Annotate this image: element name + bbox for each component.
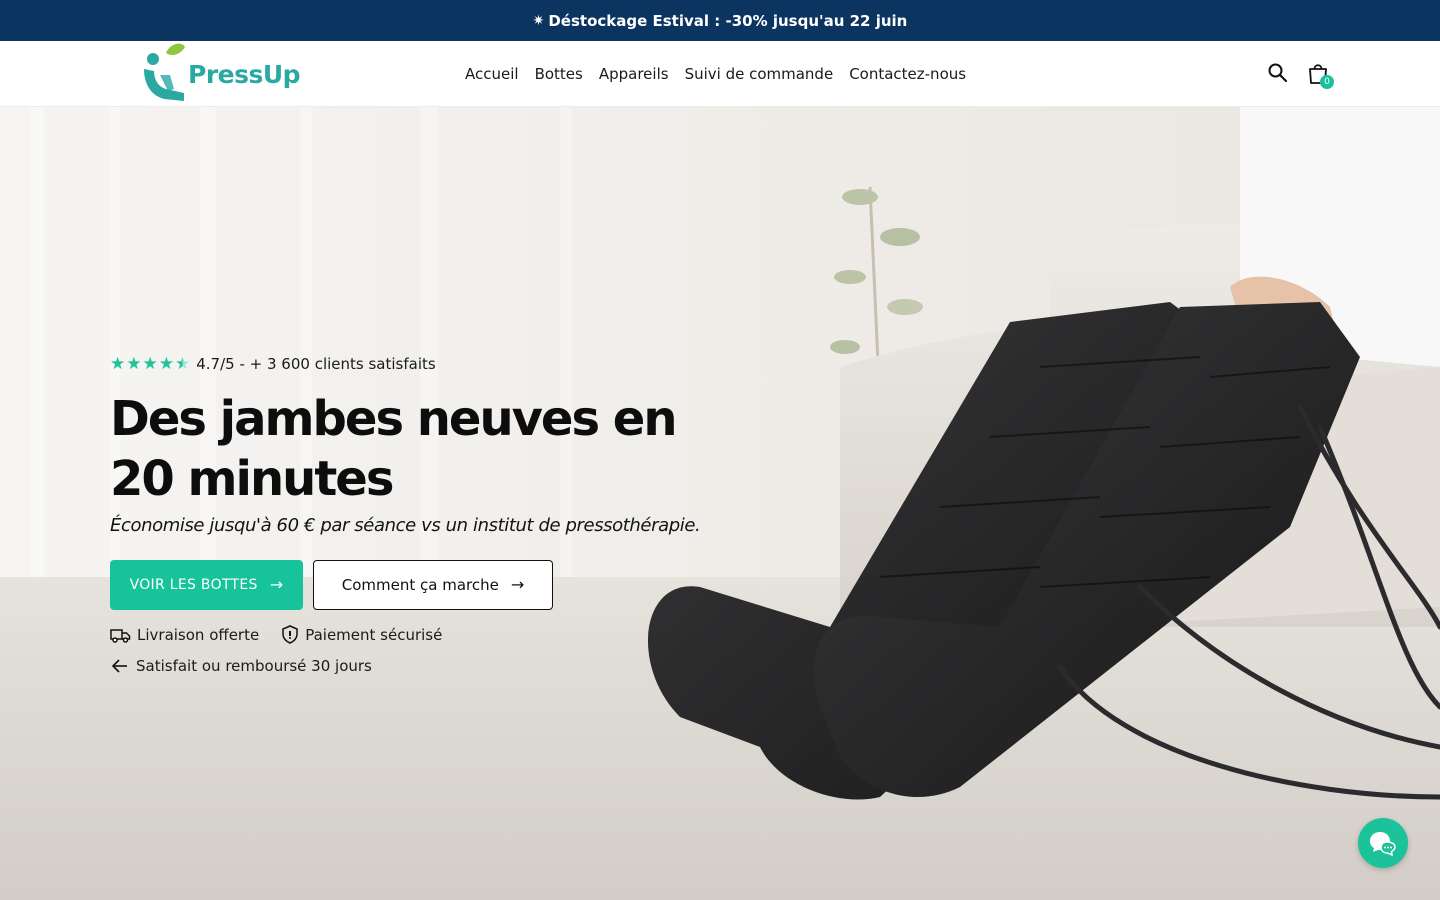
arrow-left-icon: [111, 659, 127, 673]
see-boots-label: VOIR LES BOTTES: [129, 577, 258, 593]
nav-bottes[interactable]: Bottes: [535, 65, 583, 83]
hero-headline: Des jambes neuves en 20 minutes: [110, 391, 677, 507]
nav-appareils[interactable]: Appareils: [599, 65, 669, 83]
logo-icon: [144, 43, 185, 101]
see-boots-button[interactable]: VOIR LES BOTTES →: [110, 560, 303, 610]
nav-accueil[interactable]: Accueil: [465, 65, 519, 83]
chat-icon: [1370, 832, 1396, 857]
announcement-bar: ✷ Déstockage Estival : -30% jusqu'au 22 …: [0, 0, 1440, 41]
rating-stars: ★ ★ ★ ★ ★: [110, 353, 191, 374]
how-it-works-label: Comment ça marche: [341, 576, 499, 594]
truck-icon: [110, 628, 131, 643]
feature-label: Livraison offerte: [137, 625, 260, 644]
feature-label: Paiement sécurisé: [305, 625, 443, 644]
arrow-right-icon: →: [510, 575, 525, 594]
snowflake-icon: ✷: [532, 12, 545, 29]
arrow-right-icon: →: [269, 575, 284, 594]
star-icon: ★: [158, 353, 174, 374]
search-icon[interactable]: [1266, 61, 1290, 85]
star-icon: ★: [126, 353, 142, 374]
star-icon: ★: [142, 353, 158, 374]
chat-button[interactable]: [1358, 818, 1408, 868]
rating: ★ ★ ★ ★ ★ 4.7/5 - + 3 600 clients satisf…: [110, 355, 436, 373]
announcement-text: Déstockage Estival : -30% jusqu'au 22 ju…: [548, 11, 908, 30]
shield-icon: [282, 625, 298, 644]
hero-subline: Économise jusqu'à 60 € par séance vs un …: [110, 515, 701, 536]
feature-secure-payment: Paiement sécurisé: [281, 625, 442, 644]
logo[interactable]: PressUp: [140, 43, 305, 105]
nav-contactez-nous[interactable]: Contactez-nous: [849, 65, 966, 83]
star-icon: ★: [110, 353, 126, 374]
cart-count-badge: 0: [1320, 75, 1334, 89]
hero-section: ★ ★ ★ ★ ★ 4.7/5 - + 3 600 clients satisf…: [0, 107, 1440, 900]
main-nav: Accueil Bottes Appareils Suivi de comman…: [465, 41, 966, 107]
feature-free-delivery: Livraison offerte: [110, 625, 259, 644]
half-star-icon: ★: [175, 353, 191, 374]
feature-label: Satisfait ou remboursé 30 jours: [136, 657, 372, 675]
rating-text: 4.7/5 - + 3 600 clients satisfaits: [196, 355, 436, 373]
feature-money-back: Satisfait ou remboursé 30 jours: [110, 657, 372, 675]
site-header: PressUp Accueil Bottes Appareils Suivi d…: [0, 41, 1440, 107]
nav-suivi-de-commande[interactable]: Suivi de commande: [685, 65, 834, 83]
how-it-works-button[interactable]: Comment ça marche →: [313, 560, 553, 610]
logo-text: PressUp: [188, 59, 301, 89]
